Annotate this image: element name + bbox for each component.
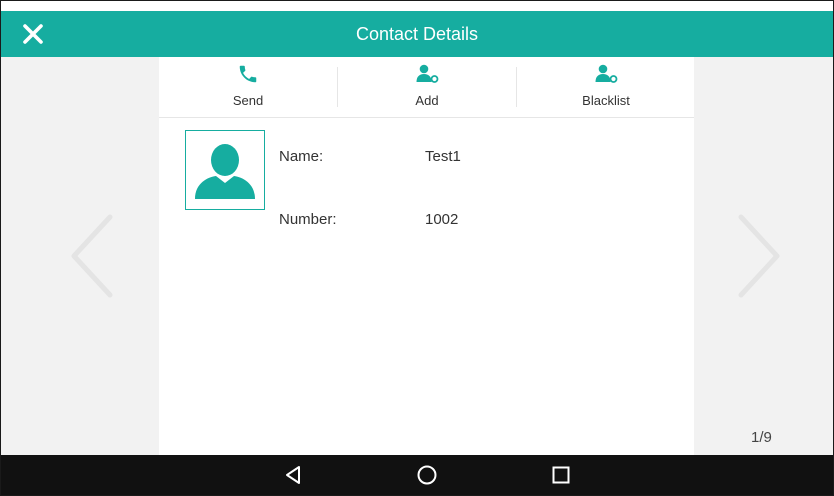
contact-panel: Send Add Blacklist Name: Test1 Number: 1…	[159, 57, 694, 455]
back-icon[interactable]	[281, 463, 305, 487]
person-silhouette-icon	[195, 144, 255, 199]
blacklist-button[interactable]: Blacklist	[517, 57, 695, 117]
name-label: Name:	[279, 148, 324, 165]
chevron-right-icon[interactable]	[735, 211, 785, 301]
contact-avatar	[185, 130, 265, 210]
add-label: Add	[415, 93, 439, 108]
add-contact-icon	[338, 63, 516, 85]
screen: Contact Details Send Add Blacklist Name:…	[0, 0, 834, 496]
send-label: Send	[232, 93, 264, 108]
close-icon[interactable]	[21, 22, 45, 46]
recents-icon[interactable]	[549, 463, 573, 487]
name-value: Test1	[425, 148, 461, 165]
chevron-left-icon[interactable]	[66, 211, 116, 301]
number-value: 1002	[425, 211, 459, 228]
page-indicator: 1/9	[751, 429, 772, 446]
send-button[interactable]: Send	[159, 57, 337, 117]
add-button[interactable]: Add	[338, 57, 516, 117]
system-navigation-bar	[1, 455, 833, 495]
blacklist-label: Blacklist	[582, 93, 630, 108]
phone-icon	[159, 63, 337, 85]
blacklist-contact-icon	[517, 63, 695, 85]
top-strip	[1, 1, 833, 11]
home-icon[interactable]	[415, 463, 439, 487]
number-label: Number:	[279, 211, 337, 228]
page-title: Contact Details	[355, 24, 479, 44]
title-bar: Contact Details	[1, 11, 833, 57]
action-toolbar: Send Add Blacklist	[159, 57, 694, 118]
